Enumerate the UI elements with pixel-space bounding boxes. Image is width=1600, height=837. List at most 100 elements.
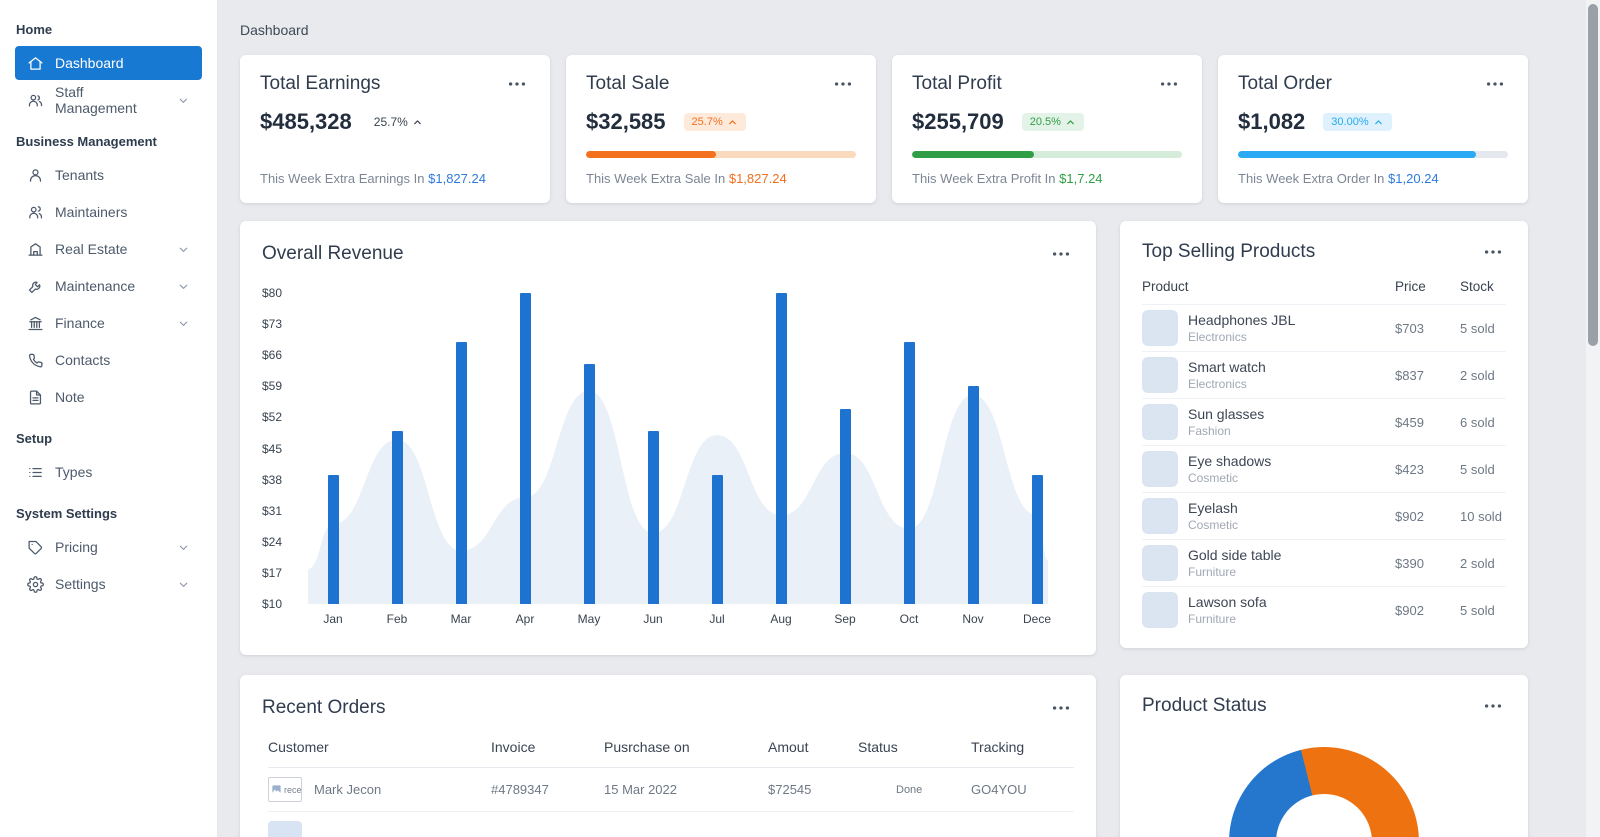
sidebar-item-settings[interactable]: Settings <box>15 567 202 601</box>
product-status-menu-button[interactable] <box>1480 693 1506 719</box>
x-axis-tick-label: Sep <box>834 612 855 626</box>
stat-card-title: Total Order <box>1238 73 1332 95</box>
product-price: $423 <box>1395 462 1460 477</box>
sidebar-item-label: Maintenance <box>55 278 135 294</box>
page-scrollbar[interactable] <box>1586 0 1600 837</box>
ellipsis-icon <box>1050 243 1072 265</box>
top-selling-products-card: Top Selling Products ProductPriceStockHe… <box>1120 221 1528 648</box>
sidebar-item-real-estate[interactable]: Real Estate <box>15 232 202 266</box>
overall-revenue-title: Overall Revenue <box>262 243 404 265</box>
top-selling-title: Top Selling Products <box>1142 241 1315 263</box>
revenue-bar-feb <box>392 431 403 604</box>
scrollbar-thumb[interactable] <box>1588 4 1598 346</box>
sidebar-item-dashboard[interactable]: Dashboard <box>15 46 202 80</box>
product-thumbnail <box>1142 451 1178 487</box>
sidebar-item-tenants[interactable]: Tenants <box>15 158 202 192</box>
sidebar-item-note[interactable]: Note <box>15 380 202 414</box>
stat-card-title: Total Profit <box>912 73 1002 95</box>
product-name: Sun glasses <box>1188 406 1395 422</box>
progress-bar <box>912 151 1182 158</box>
order-amount: $72545 <box>768 782 858 797</box>
product-info: Headphones JBLElectronics <box>1188 312 1395 344</box>
stat-card-menu-button[interactable] <box>1482 71 1508 97</box>
orders-column-customer: Customer <box>268 739 491 755</box>
product-row-eye-shadows[interactable]: Eye shadowsCosmetic$4235 sold <box>1142 445 1506 492</box>
stat-card-title: Total Earnings <box>260 73 380 95</box>
product-row-eyelash[interactable]: EyelashCosmetic$90210 sold <box>1142 492 1506 539</box>
y-axis-tick-label: $80 <box>262 286 282 300</box>
products-table: ProductPriceStockHeadphones JBLElectroni… <box>1142 265 1506 633</box>
sidebar-item-maintainers[interactable]: Maintainers <box>15 195 202 229</box>
chevron-down-icon <box>177 94 190 107</box>
chevron-up-icon <box>1373 117 1384 128</box>
y-axis-tick-label: $17 <box>262 566 282 580</box>
top-selling-menu-button[interactable] <box>1480 239 1506 265</box>
product-row-smart-watch[interactable]: Smart watchElectronics$8372 sold <box>1142 351 1506 398</box>
stat-card-menu-button[interactable] <box>830 71 856 97</box>
stat-card-value: $255,709 <box>912 109 1004 135</box>
sidebar-section-header-home: Home <box>0 14 217 43</box>
product-price: $902 <box>1395 509 1460 524</box>
overall-revenue-menu-button[interactable] <box>1048 241 1074 267</box>
product-price: $703 <box>1395 321 1460 336</box>
column-product: Product <box>1142 279 1395 294</box>
order-invoice: #4789347 <box>491 782 604 797</box>
product-row-gold-side-table[interactable]: Gold side tableFurniture$3902 sold <box>1142 539 1506 586</box>
recent-orders-menu-button[interactable] <box>1048 695 1074 721</box>
x-axis-tick-label: Jul <box>709 612 724 626</box>
product-name: Gold side table <box>1188 547 1395 563</box>
bottom-row: Recent Orders CustomerInvoicePusrchase o… <box>240 675 1550 837</box>
product-thumbnail <box>1142 592 1178 628</box>
sidebar-item-staff-management[interactable]: Staff Management <box>15 83 202 117</box>
product-info: Eye shadowsCosmetic <box>1188 453 1395 485</box>
sidebar-item-contacts[interactable]: Contacts <box>15 343 202 377</box>
y-axis-tick-label: $59 <box>262 379 282 393</box>
y-axis-tick-label: $45 <box>262 442 282 456</box>
sidebar-item-types[interactable]: Types <box>15 455 202 489</box>
revenue-bar-apr <box>520 293 531 604</box>
stat-card-menu-button[interactable] <box>504 71 530 97</box>
product-row-sun-glasses[interactable]: Sun glassesFashion$4596 sold <box>1142 398 1506 445</box>
y-axis-tick-label: $52 <box>262 410 282 424</box>
stat-card-menu-button[interactable] <box>1156 71 1182 97</box>
product-info: Gold side table Furniture <box>1188 547 1395 579</box>
footer-text: This Week Extra Profit In <box>912 171 1056 186</box>
maintainers-icon <box>27 204 44 221</box>
stat-card-value: $32,585 <box>586 109 666 135</box>
order-status: Done <box>858 784 971 796</box>
order-row[interactable]: receMark Jecon#478934715 Mar 2022$72545D… <box>268 768 1074 812</box>
sidebar-item-label: Note <box>55 389 85 405</box>
sidebar-item-maintenance[interactable]: Maintenance <box>15 269 202 303</box>
progress-fill <box>586 151 716 158</box>
product-thumbnail <box>1142 357 1178 393</box>
stat-card-value: $1,082 <box>1238 109 1305 135</box>
ellipsis-icon <box>1158 73 1180 95</box>
middle-row: Overall Revenue $10$17$24$31$38$45$52$59… <box>240 221 1550 655</box>
product-price: $459 <box>1395 415 1460 430</box>
stat-card-total-profit: Total Profit $255,709 20.5% This Week Extra… <box>892 55 1202 203</box>
product-category: Furniture <box>1188 565 1395 579</box>
ellipsis-icon <box>1050 697 1072 719</box>
footer-amount: $1,20.24 <box>1388 171 1439 186</box>
ellipsis-icon <box>1482 241 1504 263</box>
sidebar-item-label: Contacts <box>55 352 110 368</box>
progress-fill <box>912 151 1034 158</box>
chevron-down-icon <box>177 280 190 293</box>
sidebar-item-label: Settings <box>55 576 106 592</box>
orders-column-amout: Amout <box>768 739 858 755</box>
types-icon <box>27 464 44 481</box>
product-price: $837 <box>1395 368 1460 383</box>
product-category: Cosmetic <box>1188 518 1395 532</box>
product-row-headphones-jbl[interactable]: Headphones JBLElectronics$7035 sold <box>1142 304 1506 351</box>
chevron-down-icon <box>177 578 190 591</box>
y-axis-tick-label: $38 <box>262 473 282 487</box>
sidebar-item-finance[interactable]: Finance <box>15 306 202 340</box>
change-value: 20.5% <box>1030 116 1061 128</box>
sidebar-item-pricing[interactable]: Pricing <box>15 530 202 564</box>
product-row-lawson-sofa[interactable]: Lawson sofaFurniture$9025 sold <box>1142 586 1506 633</box>
revenue-chart: $10$17$24$31$38$45$52$59$66$73$80 JanFeb… <box>262 293 1074 639</box>
stat-card-total-sale: Total Sale$32,58525.7%This Week Extra Sa… <box>566 55 876 203</box>
y-axis-tick-label: $73 <box>262 317 282 331</box>
x-axis-tick-label: Aug <box>770 612 791 626</box>
product-thumbnail <box>1142 545 1178 581</box>
